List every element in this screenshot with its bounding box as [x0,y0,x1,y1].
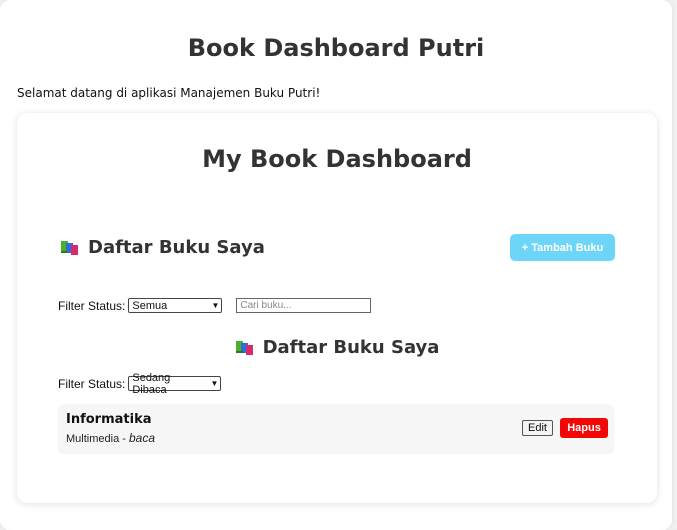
status-filter-select[interactable]: Semua ▼ [128,298,223,313]
section-header: Daftar Buku Saya [60,237,265,258]
book-meta: Multimedia - baca [66,431,155,445]
welcome-text: Selamat datang di aplikasi Manajemen Buk… [17,86,321,100]
edit-button[interactable]: Edit [522,420,553,436]
section-title: Daftar Buku Saya [88,237,265,258]
dashboard-card: My Book Dashboard Daftar Buku Saya + Tam… [17,113,657,503]
dashboard-title: My Book Dashboard [202,145,472,173]
book-status: baca [128,431,156,445]
list-status-select[interactable]: Sedang Dibaca ▼ [128,372,222,396]
books-icon [235,340,253,355]
search-placeholder: Cari buku... [240,300,292,311]
book-title: Informatika [66,412,152,427]
search-input[interactable]: Cari buku... [236,298,372,313]
filter-label: Filter Status: [58,298,126,313]
page-title: Book Dashboard Putri [187,34,485,62]
book-list-header: Daftar Buku Saya [17,337,657,358]
app-container: Book Dashboard Putri Selamat datang di a… [0,0,672,530]
meta-separator: - [122,433,126,445]
add-book-button[interactable]: + Tambah Buku [510,234,615,261]
filter-bar: Filter Status: Semua ▼ Cari buku... [58,298,372,313]
status-filter-value: Semua [132,299,168,312]
list-filter-label: Filter Status: [58,376,126,391]
books-icon [61,240,78,255]
book-list-item: Informatika Multimedia - baca Edit Hapus [58,404,614,454]
list-status-value: Sedang Dibaca [132,371,171,396]
book-category: Multimedia [66,433,120,445]
delete-button[interactable]: Hapus [560,418,608,438]
list-filter-bar: Filter Status: Sedang Dibaca ▼ [58,372,222,396]
chevron-down-icon: ▼ [210,379,219,388]
book-list-title: Daftar Buku Saya [262,337,440,358]
chevron-down-icon: ▼ [211,301,220,310]
